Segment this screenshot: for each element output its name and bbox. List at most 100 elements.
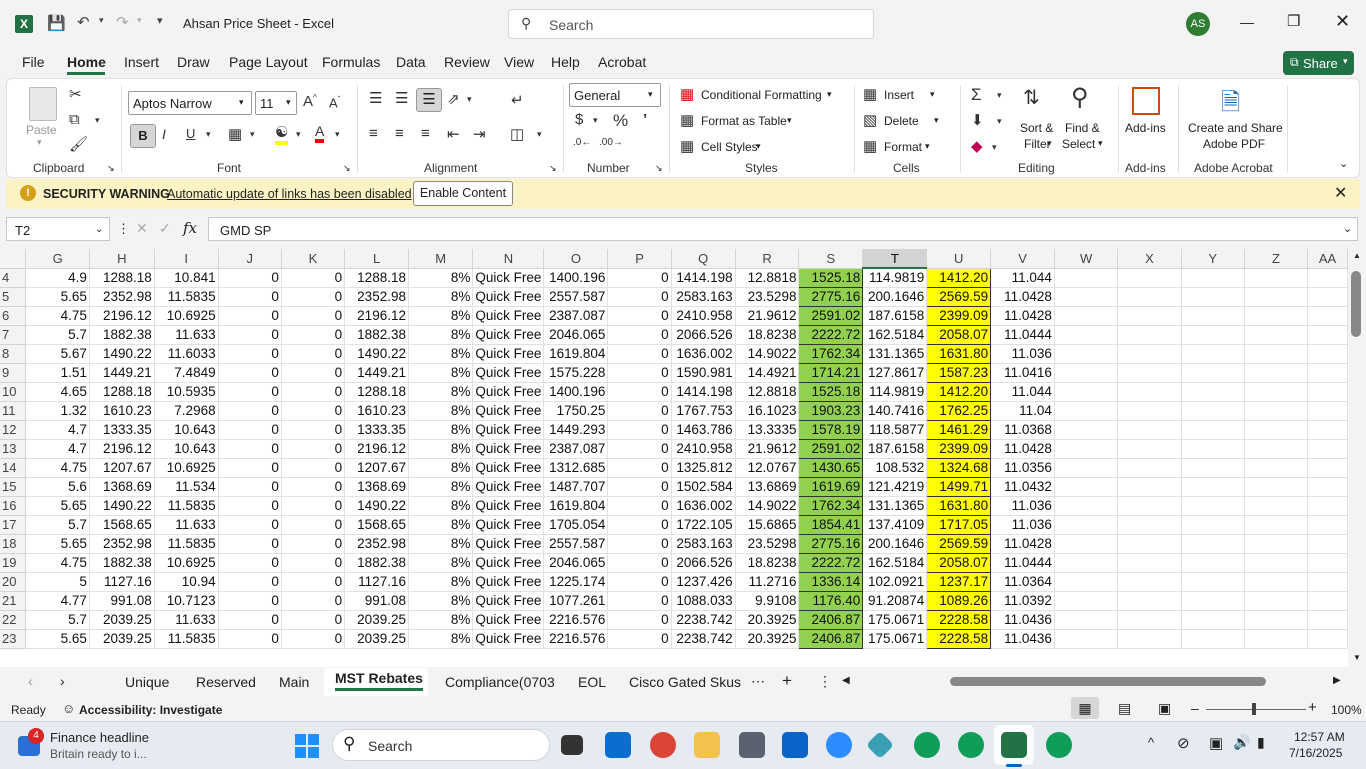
grid-cell[interactable]: 2228.58 (926, 609, 992, 630)
grid-cell[interactable]: 2399.09 (926, 438, 992, 459)
grid-cell[interactable]: 0 (281, 591, 346, 611)
grid-cell[interactable]: 2557.587 (543, 534, 609, 554)
grid-cell[interactable]: 2238.742 (671, 629, 736, 649)
sort-filter-label[interactable]: Sort & (1020, 121, 1053, 135)
currency-dropdown-icon[interactable]: ▾ (593, 115, 598, 126)
grid-cell[interactable]: 0 (607, 363, 672, 383)
grid-cell[interactable]: 1336.14 (798, 571, 864, 592)
addins-icon[interactable] (1132, 87, 1160, 115)
grid-cell[interactable]: Quick Free (472, 325, 545, 345)
grid-cell[interactable]: 1490.22 (344, 344, 409, 364)
grid-cell[interactable] (1054, 420, 1119, 440)
grid-cell[interactable]: 175.0671 (862, 629, 928, 649)
grid-cell[interactable]: 1587.23 (926, 362, 992, 383)
grid-cell[interactable]: 2196.12 (344, 306, 409, 326)
grid-cell[interactable] (1117, 401, 1182, 421)
grid-cell[interactable]: 5.6 (25, 477, 90, 497)
tab-file[interactable]: File (22, 54, 45, 70)
grid-cell[interactable]: 2352.98 (344, 534, 409, 554)
grid-cell[interactable]: 0 (607, 420, 672, 440)
grid-cell[interactable]: Quick Free (472, 534, 545, 554)
grid-cell[interactable]: 23.5298 (735, 534, 800, 554)
grid-cell[interactable]: 8% (408, 420, 474, 440)
autosum-dropdown-icon[interactable]: ▾ (997, 90, 1002, 101)
grid-cell[interactable]: 0 (218, 477, 282, 497)
grid-cell[interactable] (1244, 572, 1309, 592)
grid-cell[interactable] (1244, 363, 1309, 383)
next-sheet-icon[interactable]: › (60, 673, 65, 689)
grid-cell[interactable]: 4.9 (25, 268, 90, 288)
sheet-tab-reserved[interactable]: Reserved (196, 674, 256, 690)
grid-cell[interactable]: 0 (218, 325, 282, 345)
grid-cell[interactable]: 1762.34 (798, 343, 864, 364)
grid-cell[interactable]: 11.534 (154, 477, 219, 497)
percent-icon[interactable]: % (613, 111, 628, 131)
grid-cell[interactable]: 1088.033 (671, 591, 736, 611)
grid-cell[interactable] (1307, 420, 1348, 440)
sheet-tab-unique[interactable]: Unique (125, 674, 169, 690)
grid-cell[interactable]: Quick Free (472, 439, 545, 459)
row-header[interactable]: 7 (0, 325, 27, 345)
grid-cell[interactable]: 2039.25 (89, 610, 155, 630)
grid-cell[interactable]: 0 (218, 363, 282, 383)
grid-cell[interactable]: 4.75 (25, 553, 90, 573)
maximize-icon[interactable]: ❐ (1287, 12, 1300, 30)
grid-cell[interactable]: 1288.18 (89, 268, 155, 288)
column-header[interactable]: H (89, 249, 155, 269)
grid-cell[interactable]: Quick Free (472, 306, 545, 326)
column-header[interactable]: J (218, 249, 282, 269)
grid-cell[interactable]: 10.643 (154, 420, 219, 440)
insert-cells-icon[interactable]: ▦ (863, 85, 877, 103)
column-header[interactable]: O (543, 249, 609, 269)
grid-cell[interactable]: 114.9819 (862, 268, 928, 288)
grid-cell[interactable]: 991.08 (344, 591, 409, 611)
grid-cell[interactable]: 5.67 (25, 344, 90, 364)
grid-cell[interactable]: 5.65 (25, 534, 90, 554)
grid-cell[interactable]: 12.0767 (735, 458, 800, 478)
network-off-icon[interactable]: ⊘ (1177, 734, 1190, 752)
grid-cell[interactable] (1181, 534, 1245, 554)
grid-cell[interactable]: 127.8617 (862, 363, 928, 383)
grid-cell[interactable]: 0 (218, 629, 282, 649)
grid-cell[interactable]: 11.0364 (990, 572, 1055, 592)
grid-cell[interactable] (1117, 306, 1182, 326)
grid-cell[interactable]: 11.5835 (154, 287, 219, 307)
grid-cell[interactable]: 20.3925 (735, 610, 800, 630)
insert-cells-button[interactable]: Insert (884, 88, 914, 102)
font-size-select[interactable]: 11 ▾ (255, 91, 297, 115)
grid-cell[interactable]: 8% (408, 458, 474, 478)
grid-cell[interactable] (1054, 496, 1119, 516)
grid-cell[interactable] (1054, 401, 1119, 421)
grid-cell[interactable] (1307, 363, 1348, 383)
excel-taskbar-icon[interactable] (1001, 732, 1027, 758)
insert-function-icon[interactable]: fx (183, 219, 197, 237)
grid-cell[interactable]: 0 (218, 420, 282, 440)
zoom-out-icon[interactable]: – (1191, 700, 1199, 716)
grid-cell[interactable]: 8% (408, 629, 474, 649)
grid-cell[interactable] (1117, 287, 1182, 307)
grid-cell[interactable] (1307, 439, 1348, 459)
grid-cell[interactable] (1244, 420, 1309, 440)
more-options-icon[interactable]: ⋮ (117, 221, 130, 237)
grid-cell[interactable]: 11.0444 (990, 553, 1055, 573)
grid-cell[interactable]: 8% (408, 287, 474, 307)
add-sheet-icon[interactable]: + (782, 671, 792, 691)
grid-cell[interactable]: 1882.38 (344, 325, 409, 345)
grid-cell[interactable] (1244, 268, 1309, 288)
grid-cell[interactable]: 11.5835 (154, 629, 219, 649)
grid-cell[interactable] (1117, 610, 1182, 630)
grid-cell[interactable] (1181, 306, 1245, 326)
grid-cell[interactable]: 10.5935 (154, 382, 219, 402)
grid-cell[interactable]: Quick Free (472, 287, 545, 307)
grid-cell[interactable] (1244, 382, 1309, 402)
grid-cell[interactable] (1054, 306, 1119, 326)
grid-cell[interactable]: 0 (281, 268, 346, 288)
grid-cell[interactable] (1054, 287, 1119, 307)
undo-dropdown-icon[interactable]: ▾ (99, 15, 104, 26)
underline-icon[interactable]: U (186, 126, 195, 141)
grid-cell[interactable]: 0 (607, 591, 672, 611)
grid-cell[interactable]: 8% (408, 515, 474, 535)
grid-cell[interactable]: Quick Free (472, 382, 545, 402)
grid-cell[interactable]: 2775.16 (798, 533, 864, 554)
grid-cell[interactable]: 7.4849 (154, 363, 219, 383)
